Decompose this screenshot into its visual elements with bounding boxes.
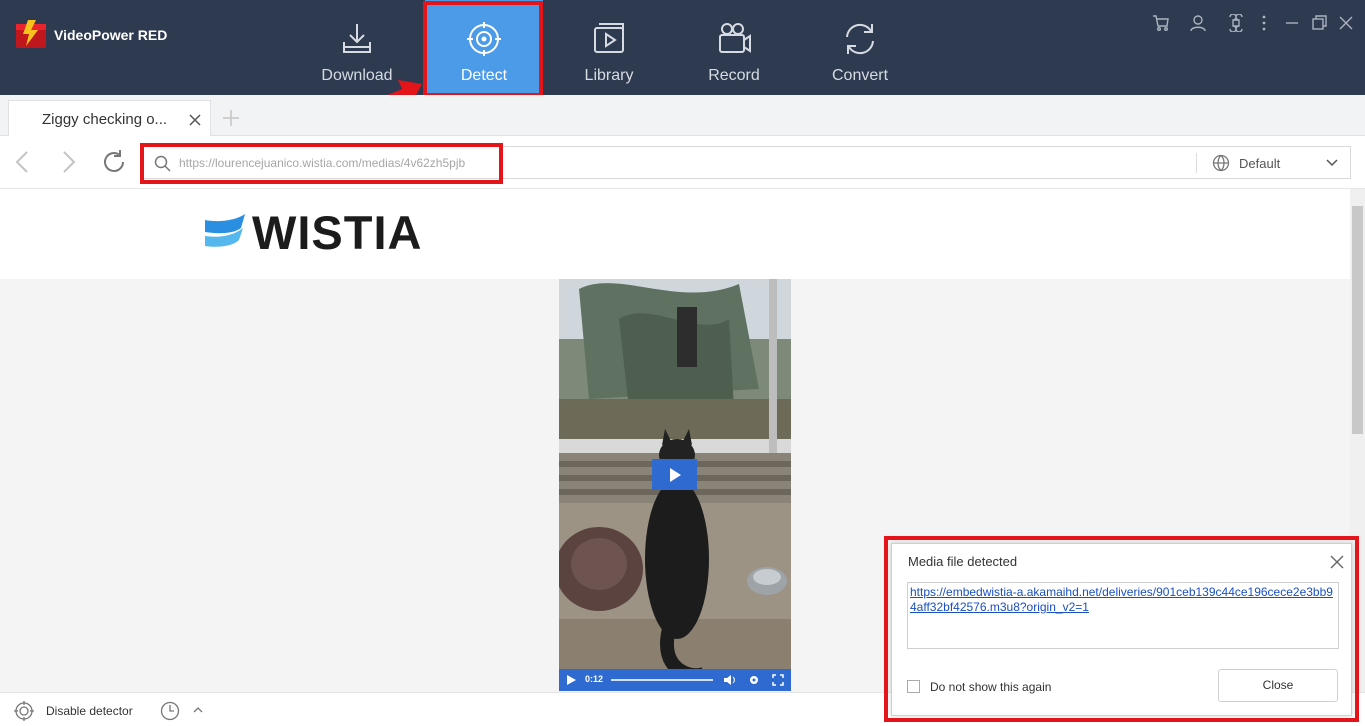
forward-icon[interactable]	[55, 149, 81, 175]
library-icon	[594, 23, 624, 53]
chevron-down-icon[interactable]	[1325, 158, 1339, 168]
progress-bar[interactable]	[611, 679, 713, 681]
user-agent-select[interactable]: Default	[1239, 156, 1280, 171]
detector-icon[interactable]	[14, 701, 34, 721]
popup-highlight-box	[884, 536, 1359, 722]
app-logo-icon	[16, 20, 46, 48]
disable-detector-button[interactable]: Disable detector	[46, 704, 133, 718]
small-play-icon[interactable]	[567, 675, 576, 685]
user-icon[interactable]	[1189, 14, 1207, 32]
app-title: VideoPower RED	[54, 27, 168, 43]
browser-tab[interactable]: Ziggy checking o...	[8, 100, 211, 136]
chevron-up-icon[interactable]	[192, 705, 204, 715]
video-player[interactable]: 0:12	[559, 279, 791, 691]
wistia-logo-icon	[205, 214, 245, 247]
volume-icon[interactable]	[724, 674, 736, 686]
app-header: VideoPower RED Download Detect Library R…	[0, 0, 1365, 95]
wistia-header: WISTIA	[0, 189, 1350, 279]
close-window-icon[interactable]	[1337, 14, 1355, 32]
convert-icon	[846, 23, 874, 55]
wistia-brand[interactable]: WISTIA	[252, 205, 422, 260]
scroll-thumb[interactable]	[1352, 206, 1363, 434]
video-controls: 0:12	[559, 669, 791, 691]
nav-library-label: Library	[584, 67, 634, 84]
nav-record[interactable]: Record	[675, 0, 793, 95]
play-icon	[670, 468, 681, 482]
nav-convert[interactable]: Convert	[801, 0, 919, 95]
tab-bar: Ziggy checking o...	[0, 95, 1365, 136]
download-icon	[343, 24, 371, 53]
new-tab-icon[interactable]	[221, 108, 241, 128]
nav-convert-label: Convert	[831, 67, 889, 84]
record-icon	[719, 23, 751, 53]
minimize-icon[interactable]	[1283, 14, 1301, 32]
url-highlight-box	[140, 143, 503, 184]
command-icon[interactable]	[1227, 13, 1245, 33]
settings-icon[interactable]	[748, 674, 760, 686]
fullscreen-icon[interactable]	[772, 674, 784, 686]
globe-icon	[1212, 154, 1230, 172]
detect-highlight-box	[423, 1, 543, 97]
nav-library[interactable]: Library	[550, 0, 668, 95]
cart-icon[interactable]	[1152, 14, 1170, 32]
video-time: 0:12	[585, 674, 604, 684]
restore-icon[interactable]	[1310, 14, 1328, 32]
tab-close-icon[interactable]	[187, 112, 203, 128]
nav-record-label: Record	[708, 67, 760, 84]
tab-title: Ziggy checking o...	[42, 111, 168, 128]
history-icon[interactable]	[160, 701, 180, 721]
reload-icon[interactable]	[101, 149, 127, 175]
more-menu-icon[interactable]	[1255, 14, 1273, 32]
play-button[interactable]	[652, 459, 697, 490]
back-icon[interactable]	[10, 149, 36, 175]
separator	[1196, 153, 1197, 173]
